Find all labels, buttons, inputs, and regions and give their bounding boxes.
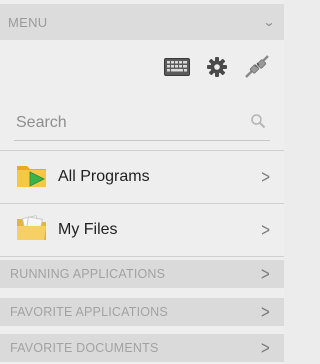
section-label: FAVORITE APPLICATIONS xyxy=(10,305,168,319)
menu-item-all-programs[interactable]: All Programs > xyxy=(0,151,284,203)
keyboard-icon[interactable] xyxy=(164,54,190,80)
menu-item-my-files[interactable]: My Files > xyxy=(0,204,284,256)
search-input[interactable] xyxy=(14,114,216,132)
section-favorite-applications[interactable]: FAVORITE APPLICATIONS > xyxy=(0,298,284,326)
chevron-right-icon: > xyxy=(261,166,270,188)
section-favorite-documents[interactable]: FAVORITE DOCUMENTS > xyxy=(0,334,284,362)
folder-play-icon xyxy=(16,161,48,194)
menu-item-label: All Programs xyxy=(58,168,150,185)
search-icon[interactable] xyxy=(250,113,266,134)
chevron-right-icon: > xyxy=(261,301,270,323)
folder-documents-icon xyxy=(16,214,48,247)
divider xyxy=(0,256,284,257)
section-running-applications[interactable]: RUNNING APPLICATIONS > xyxy=(0,260,284,288)
chevron-right-icon: > xyxy=(261,219,270,241)
chevron-down-icon[interactable]: ⌄ xyxy=(262,15,275,29)
menu-header[interactable]: MENU ⌄ xyxy=(0,4,284,40)
menu-item-label: My Files xyxy=(58,221,118,238)
toolbar xyxy=(164,54,270,80)
plug-disconnect-icon[interactable] xyxy=(244,54,270,80)
chevron-right-icon: > xyxy=(261,263,270,285)
gear-icon[interactable] xyxy=(204,54,230,80)
section-label: RUNNING APPLICATIONS xyxy=(10,267,166,281)
search-bar xyxy=(14,106,270,141)
chevron-right-icon: > xyxy=(261,337,270,359)
start-menu-panel: MENU ⌄ Search All Programs > My Files > … xyxy=(0,0,284,364)
menu-title: MENU xyxy=(8,14,48,30)
section-label: FAVORITE DOCUMENTS xyxy=(10,341,159,355)
